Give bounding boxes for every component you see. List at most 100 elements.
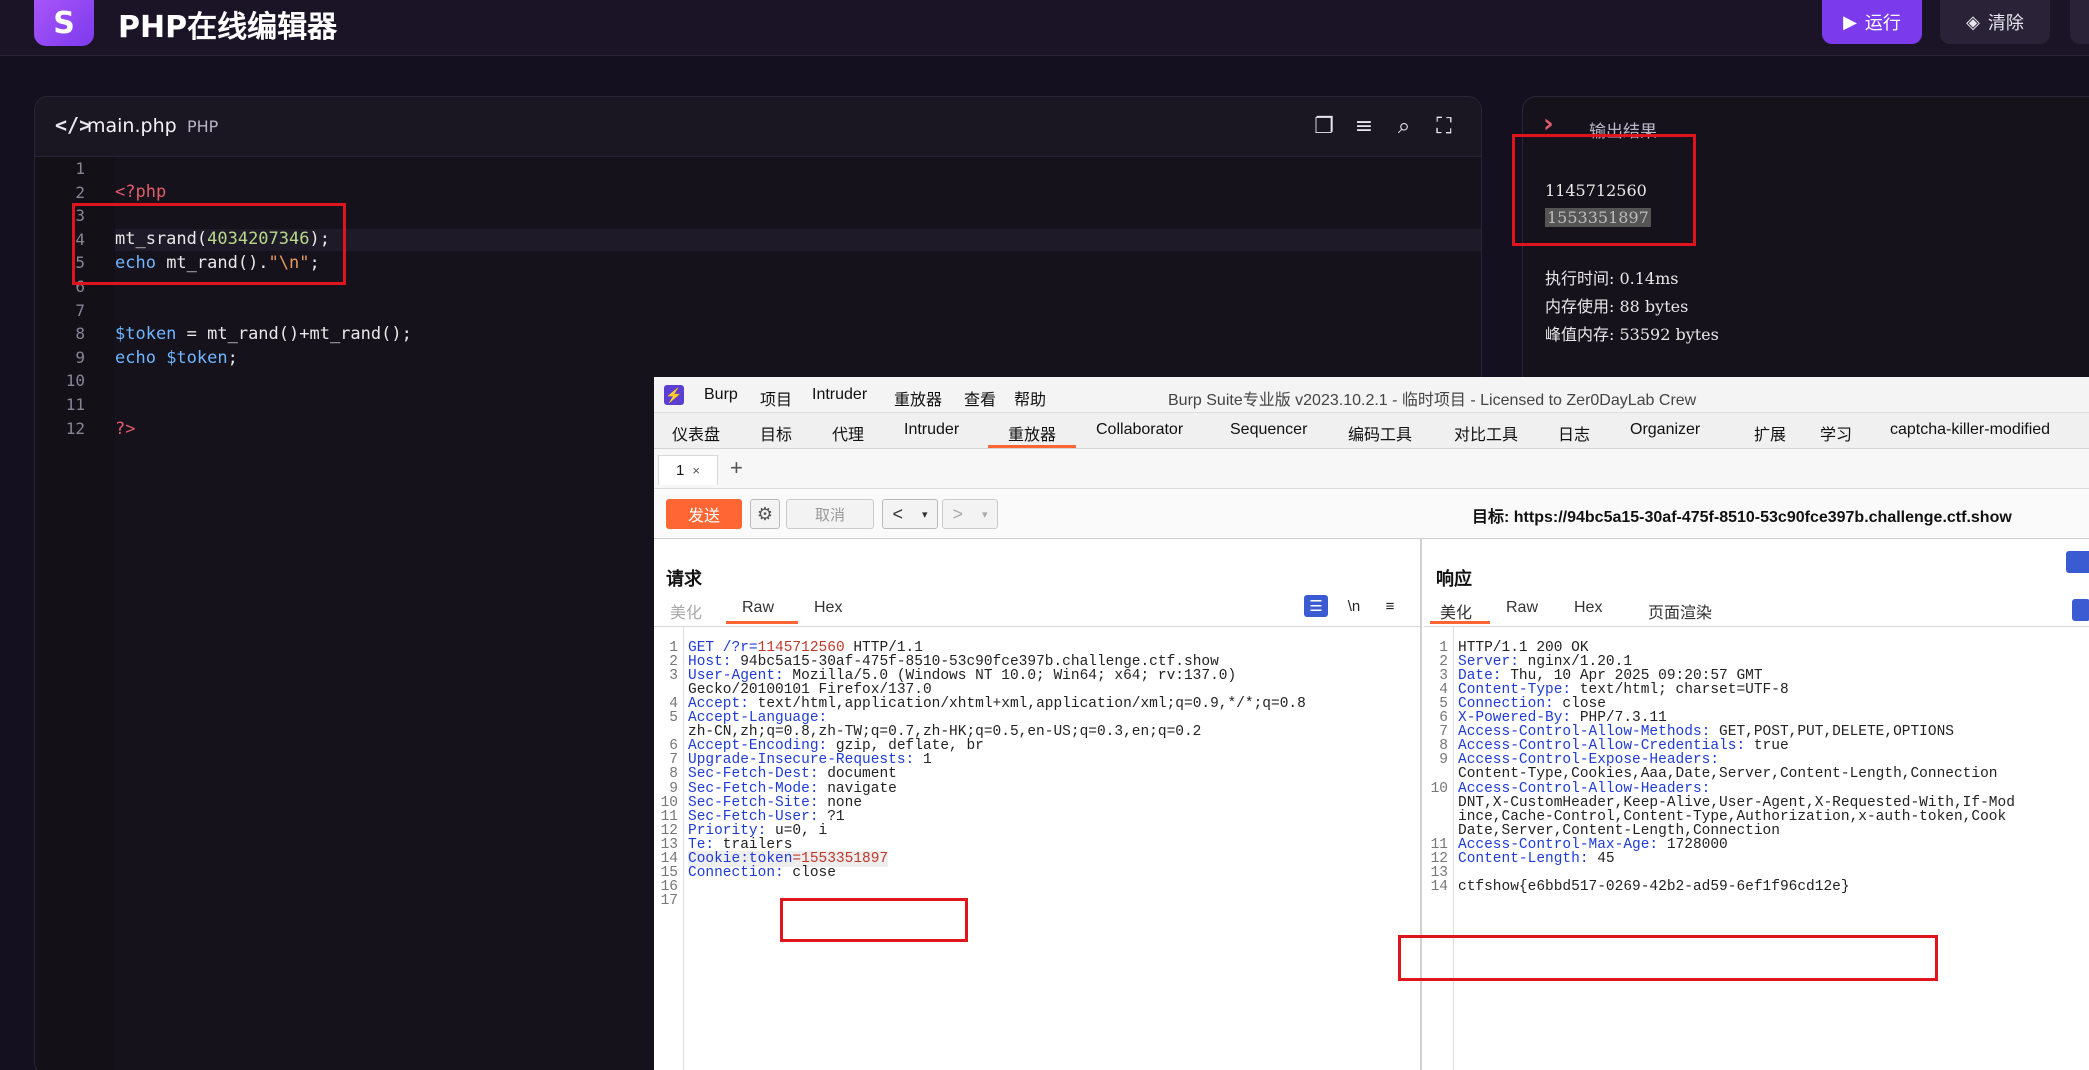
line-number: 12	[65, 418, 85, 438]
wrap-lines-icon[interactable]: ☰	[1304, 595, 1328, 617]
header-value: 45	[1588, 850, 1615, 867]
header-value: text/html,application/xhtml+xml,applicat…	[748, 696, 1306, 713]
inspector-toggle-icon[interactable]	[2072, 599, 2089, 621]
exec-time: 执行时间: 0.14ms	[1545, 269, 1679, 288]
repeater-toolbar: 发送 ⚙ 取消 < ▾ > ▾ 目标: https://94bc5a15-30af-…	[654, 489, 2089, 539]
overflow-button[interactable]	[2070, 0, 2089, 44]
response-tab-render[interactable]: 页面渲染	[1648, 599, 1712, 623]
code-line-8[interactable]: $token = mt_rand()+mt_rand();	[115, 324, 412, 344]
memory-usage: 内存使用: 88 bytes	[1545, 297, 1689, 316]
run-button-label: 运行	[1864, 13, 1901, 34]
request-active-subtab-indicator	[726, 621, 798, 624]
tab-decoder[interactable]: 编码工具	[1348, 421, 1412, 445]
close-icon[interactable]: ×	[692, 463, 700, 478]
tab-repeater[interactable]: 重放器	[1008, 421, 1056, 445]
burp-tool-tabs: 仪表盘 目标 代理 Intruder 重放器 Collaborator Sequ…	[654, 413, 2089, 449]
message-line[interactable]: Content-Length: 45	[1458, 851, 1615, 867]
response-title: 响应	[1436, 569, 1472, 589]
tab-sequencer[interactable]: Sequencer	[1230, 421, 1307, 439]
target-url: https://94bc5a15-30af-475f-8510-53c90fce…	[1513, 509, 2012, 526]
tab-target[interactable]: 目标	[760, 421, 792, 445]
line-number: 2	[75, 182, 85, 202]
send-button[interactable]: 发送	[666, 499, 742, 529]
annotation-box-flag	[1398, 935, 1938, 981]
tab-proxy[interactable]: 代理	[832, 421, 864, 445]
response-tab-hex[interactable]: Hex	[1574, 599, 1602, 617]
target-label: 目标:	[1472, 509, 1514, 526]
active-tab-indicator	[988, 445, 1076, 448]
request-pane: 请求 美化 Raw Hex ☰ \n ≡ 1 GET /?r=1145712560…	[654, 539, 1422, 1070]
menu-project[interactable]: 项目	[760, 386, 792, 410]
clear-button-label: 清除	[1987, 13, 2024, 34]
dropdown-icon[interactable]: ▾	[922, 508, 928, 521]
line-number: 17	[660, 892, 678, 909]
fullscreen-icon[interactable]: ⛶	[1429, 111, 1459, 141]
message-line[interactable]: Connection: close	[688, 865, 836, 881]
tab-captcha-killer[interactable]: captcha-killer-modified	[1890, 421, 2050, 439]
repeater-tab-label: 1	[676, 462, 685, 479]
line-number: 10	[65, 371, 85, 391]
line-number: 1	[75, 159, 85, 178]
menu-view[interactable]: 查看	[964, 386, 996, 410]
tab-learn[interactable]: 学习	[1820, 421, 1852, 445]
repeater-tab-1[interactable]: 1 ×	[658, 455, 718, 485]
header-value: ctfshow{e6bbd517-0269-42b2-ad59-6ef1f96c…	[1458, 878, 1850, 895]
code-icon: </>	[55, 113, 92, 137]
header-value: 1	[914, 752, 932, 769]
response-tab-raw[interactable]: Raw	[1506, 599, 1538, 617]
eraser-icon: ◈	[1966, 11, 1980, 33]
tab-collaborator[interactable]: Collaborator	[1096, 421, 1183, 439]
search-icon[interactable]: ⌕	[1389, 111, 1419, 141]
request-tab-pretty[interactable]: 美化	[670, 599, 702, 623]
menu-burp[interactable]: Burp	[704, 386, 738, 404]
line-number: 3	[669, 668, 678, 685]
run-button[interactable]: ▶ 运行	[1822, 0, 1922, 44]
line-number: 8	[75, 324, 85, 344]
tab-extensions[interactable]: 扩展	[1754, 421, 1786, 445]
cancel-button[interactable]: 取消	[786, 499, 874, 529]
tab-intruder[interactable]: Intruder	[904, 421, 959, 439]
tab-logger[interactable]: 日志	[1558, 421, 1590, 445]
header-value: 1728000	[1658, 836, 1728, 853]
menu-intruder[interactable]: Intruder	[812, 386, 867, 404]
file-language: PHP	[187, 117, 219, 136]
annotation-box-cookie	[780, 898, 968, 942]
menu-icon[interactable]: ≡	[1378, 595, 1402, 617]
newline-toggle-icon[interactable]: \n	[1342, 595, 1366, 617]
response-active-subtab-indicator	[1430, 621, 1490, 624]
app-title: PHP在线编辑器	[118, 10, 338, 45]
tab-dashboard[interactable]: 仪表盘	[672, 421, 720, 445]
target-display[interactable]: 目标: https://94bc5a15-30af-475f-8510-53c9…	[1472, 503, 2012, 527]
menu-repeater[interactable]: 重放器	[894, 386, 942, 410]
response-tab-pretty[interactable]: 美化	[1440, 599, 1472, 623]
burp-menubar: ⚡ Burp 项目 Intruder 重放器 查看 帮助 Burp Suite专…	[654, 377, 2089, 413]
request-tab-hex[interactable]: Hex	[814, 599, 842, 617]
header-value: close	[783, 864, 836, 881]
line-number: 5	[669, 710, 678, 727]
request-tab-raw[interactable]: Raw	[742, 599, 774, 617]
code-line-9[interactable]: echo $token;	[115, 348, 238, 368]
response-divider	[1424, 626, 2089, 627]
burp-logo-icon: ⚡	[664, 385, 684, 405]
line-number: 14	[1430, 878, 1448, 895]
copy-icon[interactable]: ❐	[1309, 111, 1339, 141]
line-number: 7	[75, 300, 85, 320]
add-tab-icon[interactable]: +	[730, 455, 743, 481]
history-forward-button[interactable]: > ▾	[942, 499, 998, 529]
code-line-12[interactable]: ?>	[115, 419, 135, 439]
layout-toggle-icon[interactable]	[2066, 551, 2089, 573]
clear-button[interactable]: ◈ 清除	[1940, 0, 2050, 44]
dropdown-icon[interactable]: ▾	[982, 508, 988, 521]
gear-icon[interactable]: ⚙	[750, 499, 780, 529]
format-icon[interactable]: ≡	[1349, 111, 1379, 141]
message-line[interactable]: ctfshow{e6bbd517-0269-42b2-ad59-6ef1f96c…	[1458, 879, 1850, 895]
menu-help[interactable]: 帮助	[1014, 386, 1046, 410]
code-line-2[interactable]: <?php	[115, 182, 166, 202]
app-logo-icon: S	[34, 0, 94, 46]
editor-header: </> main.php PHP ❐ ≡ ⌕ ⛶	[35, 97, 1481, 157]
tab-comparer[interactable]: 对比工具	[1454, 421, 1518, 445]
annotation-box-code	[72, 203, 346, 285]
history-back-button[interactable]: < ▾	[882, 499, 938, 529]
line-number: 11	[65, 395, 85, 414]
tab-organizer[interactable]: Organizer	[1630, 421, 1700, 439]
